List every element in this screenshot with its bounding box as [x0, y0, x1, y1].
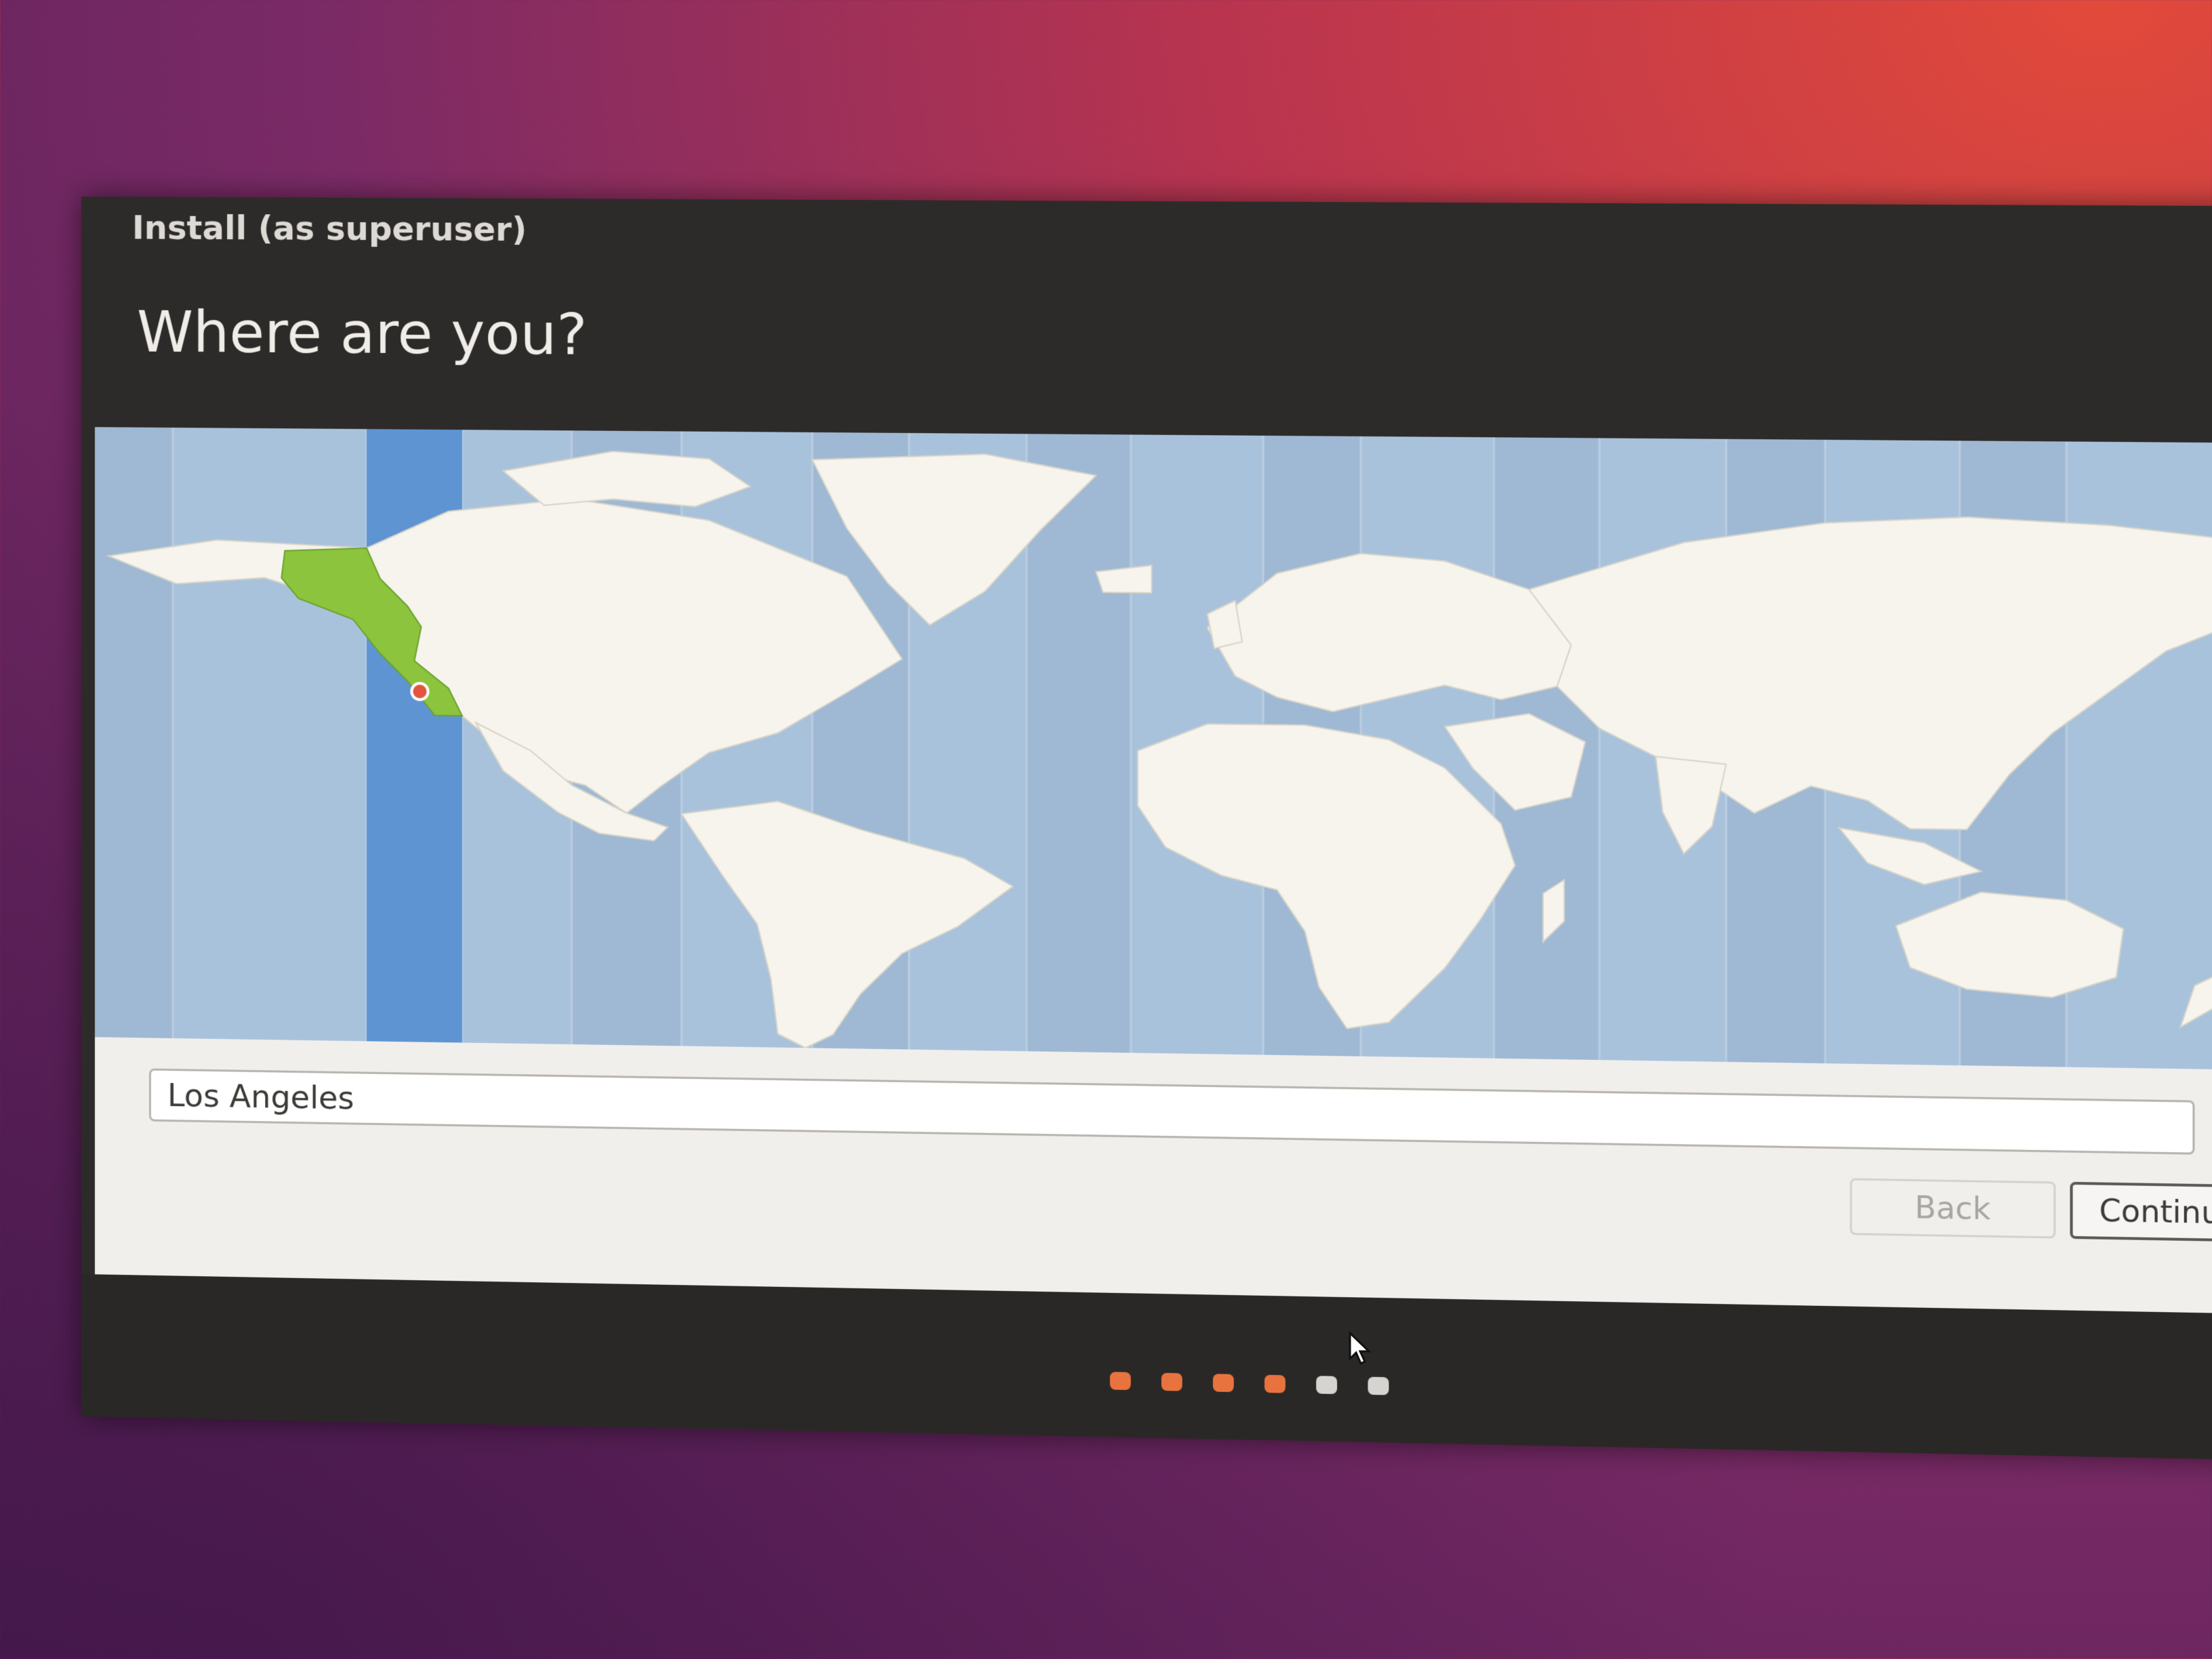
location-panel: Back Continue — [94, 1037, 2212, 1315]
progress-step-5 — [1316, 1376, 1338, 1395]
timezone-search-input[interactable] — [148, 1068, 2195, 1155]
installer-window: Install (as superuser) Where are you? Lo… — [81, 197, 2212, 1461]
back-button[interactable]: Back — [1849, 1178, 2056, 1239]
continue-button[interactable]: Continue — [2070, 1181, 2212, 1243]
mouse-pointer-icon — [1349, 1332, 1372, 1366]
world-map-graphic — [94, 427, 2212, 1070]
window-title: Install (as superuser) — [131, 209, 527, 249]
page-header: Where are you? — [81, 258, 2212, 443]
progress-step-1 — [1109, 1372, 1131, 1391]
progress-step-6 — [1368, 1376, 1389, 1395]
progress-step-4 — [1264, 1374, 1286, 1393]
progress-indicator — [1109, 1372, 1389, 1395]
page-title: Where are you? — [136, 298, 588, 368]
title-bar[interactable]: Install (as superuser) — [81, 197, 2212, 269]
progress-step-2 — [1161, 1372, 1183, 1391]
timezone-map[interactable] — [94, 427, 2212, 1071]
progress-step-3 — [1212, 1374, 1234, 1393]
